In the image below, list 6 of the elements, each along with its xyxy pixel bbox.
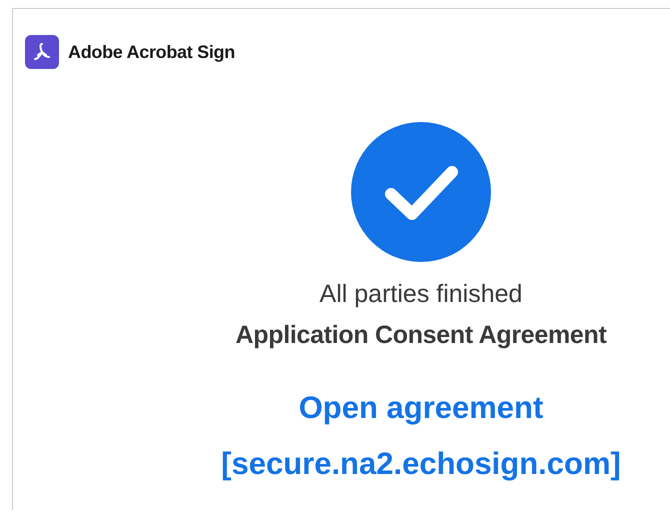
acrobat-logo-icon bbox=[25, 35, 59, 69]
open-agreement-link[interactable]: Open agreement [secure.na2.echosign.com] bbox=[221, 380, 621, 492]
document-title: Application Consent Agreement bbox=[236, 321, 606, 350]
brand-name: Adobe Acrobat Sign bbox=[68, 42, 235, 62]
checkmark-icon bbox=[351, 122, 491, 262]
status-message: All parties finished bbox=[320, 280, 522, 309]
